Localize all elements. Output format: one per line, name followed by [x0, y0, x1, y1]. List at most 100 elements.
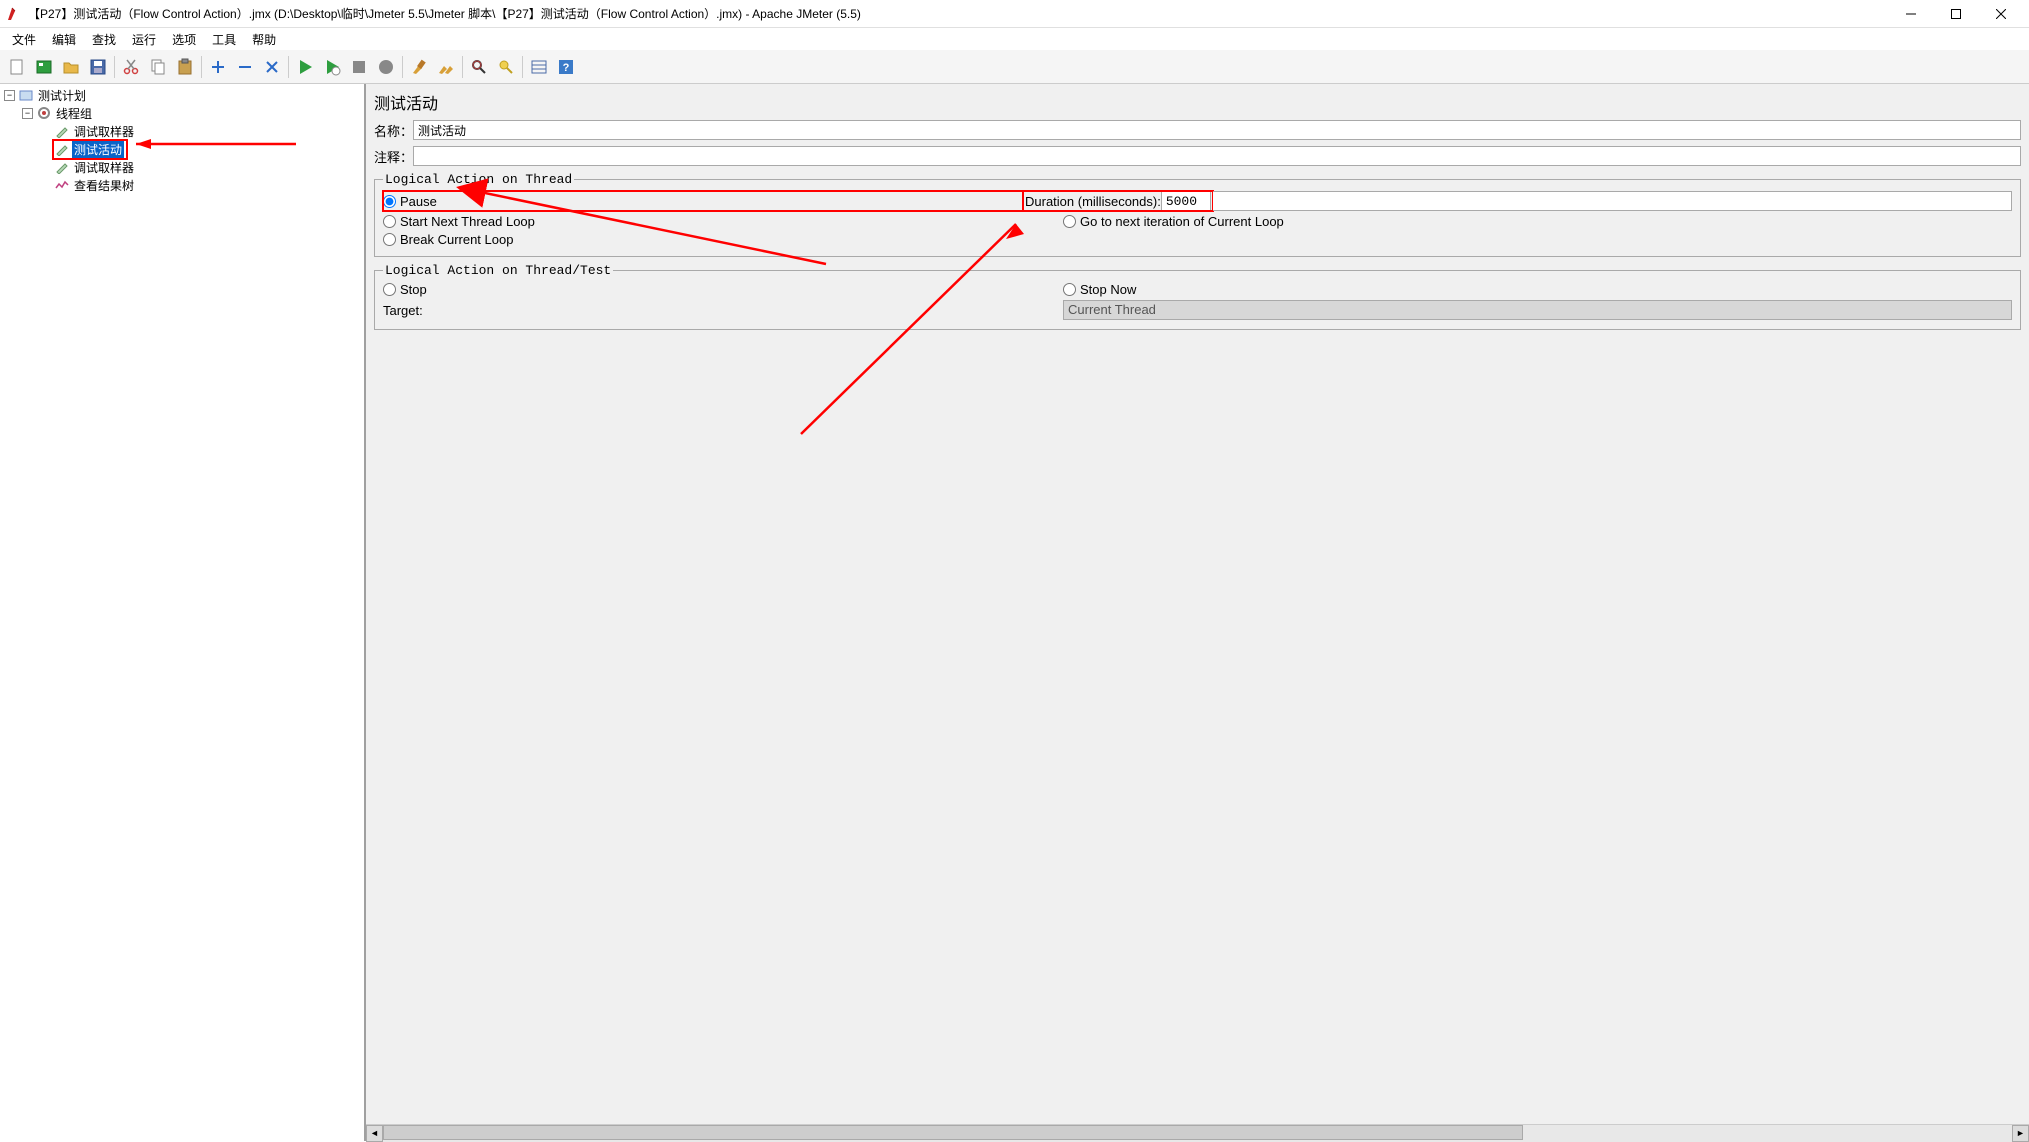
start-next-label: Start Next Thread Loop — [400, 214, 535, 229]
open-icon[interactable] — [58, 54, 84, 80]
name-row: 名称： — [374, 120, 2021, 140]
tree-results-tree[interactable]: 查看结果树 — [0, 176, 364, 194]
collapse-toggle-icon[interactable]: − — [22, 108, 33, 119]
menu-options[interactable]: 选项 — [164, 29, 204, 50]
title-bar: 【P27】测试活动（Flow Control Action）.jmx (D:\D… — [0, 0, 2029, 28]
stop-icon[interactable] — [346, 54, 372, 80]
pause-radio[interactable] — [383, 195, 396, 208]
fs1-legend: Logical Action on Thread — [383, 172, 574, 187]
sampler-icon — [54, 123, 70, 139]
name-input[interactable] — [413, 120, 2021, 140]
panel-title: 测试活动 — [374, 90, 2021, 114]
fs2-legend: Logical Action on Thread/Test — [383, 263, 613, 278]
start-next-option[interactable]: Start Next Thread Loop — [383, 214, 1063, 229]
tree-label-s2[interactable]: 调试取样器 — [72, 159, 136, 176]
pause-label: Pause — [400, 194, 437, 209]
maximize-button[interactable] — [1933, 0, 1978, 28]
duration-label: Duration (milliseconds): — [1025, 194, 1161, 209]
break-loop-label: Break Current Loop — [400, 232, 513, 247]
window-controls — [1888, 0, 2023, 28]
comment-row: 注释： — [374, 146, 2021, 166]
target-select[interactable]: Current Thread — [1063, 300, 2012, 320]
app-icon — [6, 6, 22, 22]
tree-thread-group[interactable]: − 线程组 — [0, 104, 364, 122]
results-tree-icon — [54, 177, 70, 193]
expand-icon[interactable] — [205, 54, 231, 80]
start-next-radio[interactable] — [383, 215, 396, 228]
logical-action-thread-fieldset: Logical Action on Thread Pause Duration … — [374, 172, 2021, 257]
stop-now-radio[interactable] — [1063, 283, 1076, 296]
tree-panel[interactable]: − 测试计划 − 线程组 调试取样器 测试活动 调试取样器 查看结果树 — [0, 84, 366, 1141]
toggle-icon[interactable] — [259, 54, 285, 80]
duration-input-ext[interactable] — [1213, 191, 2012, 211]
break-loop-radio[interactable] — [383, 233, 396, 246]
start-no-timers-icon[interactable] — [319, 54, 345, 80]
comment-input[interactable] — [413, 146, 2021, 166]
logical-action-thread-test-fieldset: Logical Action on Thread/Test Stop Stop … — [374, 263, 2021, 330]
toolbar: ? — [0, 50, 2029, 84]
goto-next-option[interactable]: Go to next iteration of Current Loop — [1063, 214, 1284, 229]
tree-label-tg[interactable]: 线程组 — [54, 105, 94, 122]
target-label: Target: — [383, 303, 1063, 318]
new-icon[interactable] — [4, 54, 30, 80]
name-label: 名称： — [374, 121, 413, 140]
tree-label-s1[interactable]: 调试取样器 — [72, 123, 136, 140]
reset-search-icon[interactable] — [493, 54, 519, 80]
sampler-icon — [54, 159, 70, 175]
start-icon[interactable] — [292, 54, 318, 80]
scroll-track[interactable] — [383, 1125, 2012, 1142]
tree-flow-control[interactable]: 测试活动 — [0, 140, 364, 158]
clear-icon[interactable] — [406, 54, 432, 80]
break-loop-option[interactable]: Break Current Loop — [383, 232, 513, 247]
help-icon[interactable]: ? — [553, 54, 579, 80]
test-plan-icon — [18, 87, 34, 103]
paste-icon[interactable] — [172, 54, 198, 80]
close-button[interactable] — [1978, 0, 2023, 28]
shutdown-icon[interactable] — [373, 54, 399, 80]
goto-next-radio[interactable] — [1063, 215, 1076, 228]
search-icon[interactable] — [466, 54, 492, 80]
templates-icon[interactable] — [31, 54, 57, 80]
clear-all-icon[interactable] — [433, 54, 459, 80]
menu-run[interactable]: 运行 — [124, 29, 164, 50]
minimize-button[interactable] — [1888, 0, 1933, 28]
scroll-left-icon[interactable]: ◄ — [366, 1125, 383, 1142]
menu-tools[interactable]: 工具 — [204, 29, 244, 50]
main-panel: 测试活动 名称： 注释： Logical Action on Thread Pa… — [366, 84, 2029, 1141]
thread-group-icon — [36, 105, 52, 121]
svg-text:?: ? — [563, 62, 570, 74]
tree-label-fc[interactable]: 测试活动 — [72, 141, 124, 158]
cut-icon[interactable] — [118, 54, 144, 80]
collapse-toggle-icon[interactable]: − — [4, 90, 15, 101]
menu-edit[interactable]: 编辑 — [44, 29, 84, 50]
stop-label: Stop — [400, 282, 427, 297]
menu-search[interactable]: 查找 — [84, 29, 124, 50]
tree-label-res[interactable]: 查看结果树 — [72, 177, 136, 194]
goto-next-label: Go to next iteration of Current Loop — [1080, 214, 1284, 229]
tree-label-root[interactable]: 测试计划 — [36, 87, 88, 104]
stop-radio[interactable] — [383, 283, 396, 296]
save-icon[interactable] — [85, 54, 111, 80]
duration-input[interactable] — [1161, 191, 1211, 211]
menu-help[interactable]: 帮助 — [244, 29, 284, 50]
tree-root[interactable]: − 测试计划 — [0, 86, 364, 104]
tree-sampler-2[interactable]: 调试取样器 — [0, 158, 364, 176]
stop-now-label: Stop Now — [1080, 282, 1136, 297]
tree-sampler-1[interactable]: 调试取样器 — [0, 122, 364, 140]
collapse-icon[interactable] — [232, 54, 258, 80]
function-helper-icon[interactable] — [526, 54, 552, 80]
horizontal-scrollbar[interactable]: ◄ ► — [366, 1124, 2029, 1141]
scroll-right-icon[interactable]: ► — [2012, 1125, 2029, 1142]
stop-option[interactable]: Stop — [383, 282, 1063, 297]
workspace: − 测试计划 − 线程组 调试取样器 测试活动 调试取样器 查看结果树 — [0, 84, 2029, 1141]
comment-label: 注释： — [374, 147, 413, 166]
pause-option[interactable]: Pause — [383, 191, 1023, 211]
duration-option: Duration (milliseconds): — [1023, 191, 1213, 211]
menu-bar: 文件 编辑 查找 运行 选项 工具 帮助 — [0, 28, 2029, 50]
scroll-thumb[interactable] — [383, 1125, 1523, 1140]
menu-file[interactable]: 文件 — [4, 29, 44, 50]
sampler-icon — [54, 141, 70, 157]
stop-now-option[interactable]: Stop Now — [1063, 282, 1136, 297]
window-title: 【P27】测试活动（Flow Control Action）.jmx (D:\D… — [28, 5, 1888, 22]
copy-icon[interactable] — [145, 54, 171, 80]
